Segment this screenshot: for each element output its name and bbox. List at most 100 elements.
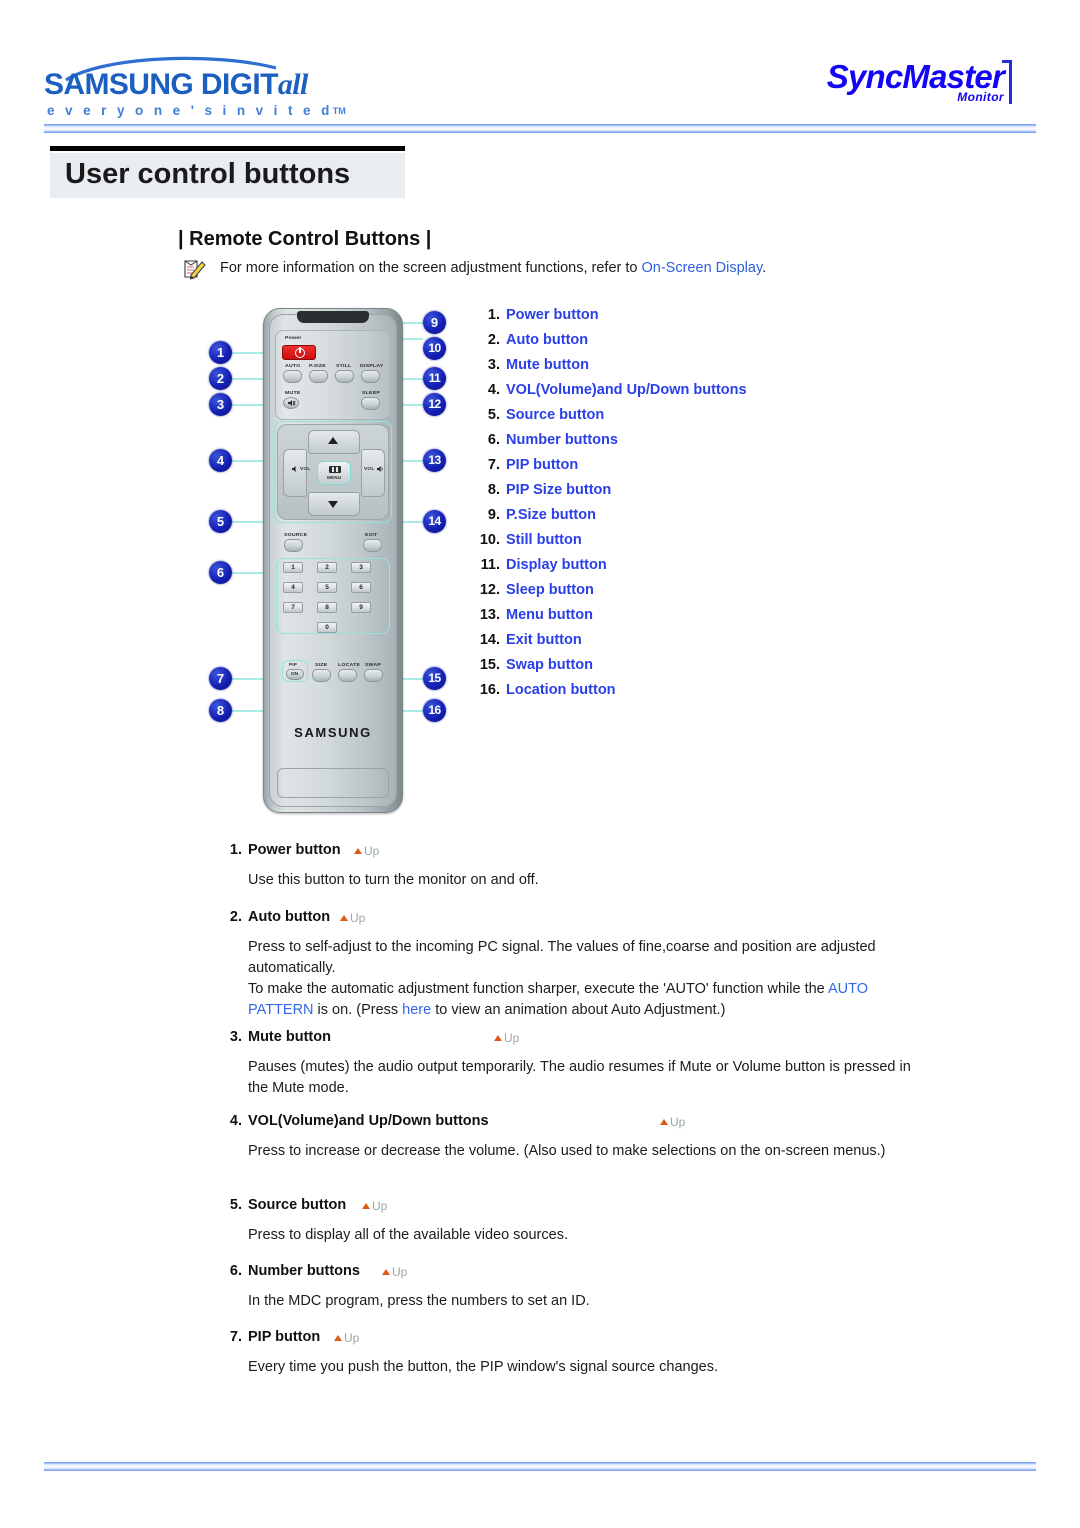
callout-badge-10: 10 <box>423 337 446 360</box>
legend-label[interactable]: Location button <box>506 682 616 698</box>
remote-display-button[interactable] <box>361 370 380 383</box>
legend-number: 13. <box>479 607 500 623</box>
remote-key-2[interactable]: 2 <box>317 562 337 573</box>
detail-section-source: 5. Source button Up Press to display all… <box>222 1197 922 1246</box>
legend-label[interactable]: Menu button <box>506 607 593 623</box>
up-triangle-icon <box>362 1203 370 1209</box>
remote-size-button[interactable] <box>312 669 331 682</box>
legend-number: 3. <box>487 357 500 373</box>
detail-body: Press to display all of the available vi… <box>248 1227 568 1243</box>
legend-label[interactable]: Source button <box>506 407 604 423</box>
list-item: 10. Still button <box>474 532 804 557</box>
up-link[interactable]: Up <box>494 1031 519 1045</box>
nav-right-arm[interactable] <box>361 449 385 497</box>
legend-label[interactable]: VOL(Volume)and Up/Down buttons <box>506 382 747 398</box>
legend-label[interactable]: PIP Size button <box>506 482 611 498</box>
callout-badge-8: 8 <box>209 699 232 722</box>
remote-key-1[interactable]: 1 <box>283 562 303 573</box>
remote-key-8[interactable]: 8 <box>317 602 337 613</box>
remote-navigation-pad[interactable]: MENU VOL VOL <box>277 424 389 520</box>
remote-swap-button[interactable] <box>364 669 383 682</box>
list-item: 13. Menu button <box>474 607 804 632</box>
remote-source-button[interactable] <box>284 539 303 552</box>
legend-label[interactable]: P.Size button <box>506 507 596 523</box>
remote-power-button[interactable] <box>282 345 316 360</box>
legend-label[interactable]: Still button <box>506 532 582 548</box>
syncmaster-logo: SyncMaster Monitor <box>788 58 1018 114</box>
detail-heading: 6. Number buttons Up <box>222 1263 922 1285</box>
legend-label[interactable]: Exit button <box>506 632 582 648</box>
detail-body: Pauses (mutes) the audio output temporar… <box>248 1059 911 1096</box>
remote-sleep-button[interactable] <box>361 397 380 410</box>
detail-heading: 4. VOL(Volume)and Up/Down buttons Up <box>222 1113 922 1135</box>
page-title: User control buttons <box>50 153 405 198</box>
up-link[interactable]: Up <box>354 844 379 858</box>
list-item: 12. Sleep button <box>474 582 804 607</box>
legend-label[interactable]: Swap button <box>506 657 593 673</box>
detail-section-mute: 3. Mute button Up Pauses (mutes) the aud… <box>222 1029 922 1099</box>
remote-psize-button[interactable] <box>309 370 328 383</box>
legend-label[interactable]: Power button <box>506 307 599 323</box>
swap-label: SWAP <box>365 662 382 668</box>
detail-heading: 2. Auto button Up <box>222 909 922 931</box>
detail-section-pip: 7. PIP button Up Every time you push the… <box>222 1329 922 1378</box>
legend-label[interactable]: Display button <box>506 557 607 573</box>
arrow-up-icon <box>328 437 338 444</box>
remote-key-5[interactable]: 5 <box>317 582 337 593</box>
callout-badge-3: 3 <box>209 393 232 416</box>
list-item: 2. Auto button <box>474 332 804 357</box>
detail-title: PIP button <box>248 1329 321 1345</box>
psize-label: P.SIZE <box>309 363 326 369</box>
legend-number: 1. <box>487 307 500 323</box>
callout-badge-2: 2 <box>209 367 232 390</box>
detail-number: 4. <box>229 1113 242 1129</box>
remote-menu-button[interactable]: MENU <box>317 461 351 485</box>
up-link[interactable]: Up <box>660 1115 685 1129</box>
sleep-label: SLEEP <box>362 390 381 396</box>
detail-heading: 5. Source button Up <box>222 1197 922 1219</box>
vol-left-label: VOL <box>300 467 311 472</box>
remote-key-0[interactable]: 0 <box>317 622 337 633</box>
remote-key-6[interactable]: 6 <box>351 582 371 593</box>
callout-badge-16: 16 <box>423 699 446 722</box>
here-link[interactable]: here <box>402 1002 431 1018</box>
remote-key-4[interactable]: 4 <box>283 582 303 593</box>
callout-badge-11: 11 <box>423 367 446 390</box>
up-link[interactable]: Up <box>382 1265 407 1279</box>
button-legend-list: 1. Power button 2. Auto button 3. Mute butt… <box>474 307 804 707</box>
page-title-text: User control buttons <box>65 158 351 190</box>
detail-body: Press to self-adjust to the incoming PC … <box>248 937 922 1021</box>
remote-locate-button[interactable] <box>338 669 357 682</box>
nav-left-arm[interactable] <box>283 449 307 497</box>
list-item: 11. Display button <box>474 557 804 582</box>
legend-label[interactable]: PIP button <box>506 457 578 473</box>
legend-label[interactable]: Number buttons <box>506 432 618 448</box>
detail-paragraph-1: Press to self-adjust to the incoming PC … <box>248 939 876 976</box>
list-item: 4. VOL(Volume)and Up/Down buttons <box>474 382 804 407</box>
legend-label[interactable]: Sleep button <box>506 582 594 598</box>
on-screen-display-link[interactable]: On-Screen Display <box>642 260 763 276</box>
remote-key-3[interactable]: 3 <box>351 562 371 573</box>
remote-auto-button[interactable] <box>283 370 302 383</box>
pip-on-label: ON <box>291 671 299 676</box>
detail-section-auto: 2. Auto button Up Press to self-adjust t… <box>222 909 922 1021</box>
callout-badge-4: 4 <box>209 449 232 472</box>
samsung-logo-tagline: e v e r y o n e ' s i n v i t e dTM <box>47 103 346 118</box>
legend-label[interactable]: Mute button <box>506 357 589 373</box>
remote-number-keypad[interactable]: 1 2 3 4 5 6 7 8 9 0 <box>279 562 387 654</box>
source-label: SOURCE <box>284 532 308 538</box>
remote-key-9[interactable]: 9 <box>351 602 371 613</box>
remote-still-button[interactable] <box>335 370 354 383</box>
auto-label: AUTO <box>285 363 301 369</box>
list-item: 15. Swap button <box>474 657 804 682</box>
detail-body: Use this button to turn the monitor on a… <box>248 872 539 888</box>
up-link[interactable]: Up <box>340 911 365 925</box>
legend-number: 10. <box>479 532 500 548</box>
remote-key-7[interactable]: 7 <box>283 602 303 613</box>
up-link[interactable]: Up <box>334 1331 359 1345</box>
legend-number: 12. <box>479 582 500 598</box>
legend-label[interactable]: Auto button <box>506 332 588 348</box>
remote-exit-button[interactable] <box>363 539 382 552</box>
up-link[interactable]: Up <box>362 1199 387 1213</box>
legend-number: 5. <box>487 407 500 423</box>
